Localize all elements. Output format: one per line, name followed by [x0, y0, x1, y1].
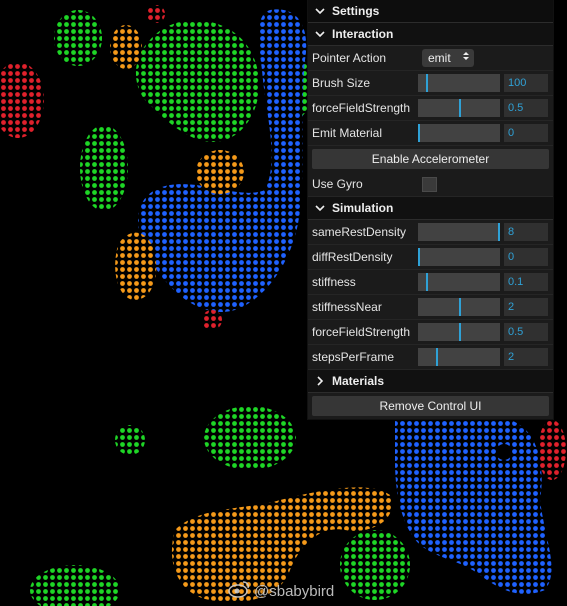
param-label: sameRestDensity: [312, 225, 407, 239]
same-rest-density-input[interactable]: 8: [504, 223, 548, 241]
slider-thumb[interactable]: [459, 99, 461, 117]
slider-thumb[interactable]: [436, 348, 439, 366]
brush-size-input[interactable]: 100: [504, 74, 548, 92]
steps-per-frame-slider[interactable]: [418, 348, 500, 366]
slider-thumb[interactable]: [426, 273, 429, 291]
slider-thumb[interactable]: [418, 248, 420, 266]
param-label: stepsPerFrame: [312, 350, 395, 364]
use-gyro-label: Use Gyro: [312, 177, 363, 191]
pointer-action-label: Pointer Action: [312, 51, 387, 65]
materials-title: Materials: [332, 374, 385, 388]
watermark-text: @sbabybird: [254, 582, 335, 600]
chevron-down-icon: [314, 6, 326, 16]
materials-folder-header[interactable]: Materials: [308, 370, 553, 393]
updown-arrows-icon: [462, 49, 470, 67]
use-gyro-checkbox[interactable]: [422, 176, 437, 192]
simulation-params: sameRestDensity 8 diffRestDensity 0 stif…: [308, 220, 553, 370]
pointer-action-select[interactable]: emit: [422, 49, 474, 67]
stiffness-row: stiffness 0.1: [308, 270, 553, 295]
diff-rest-density-row: diffRestDensity 0: [308, 245, 553, 270]
simulation-folder-header[interactable]: Simulation: [308, 197, 553, 220]
stiffness-input[interactable]: 0.1: [504, 273, 548, 291]
interaction-title: Interaction: [332, 27, 394, 41]
chevron-down-icon: [314, 29, 326, 39]
simulation-title: Simulation: [332, 201, 394, 215]
brush-size-slider[interactable]: [418, 74, 500, 92]
param-label: forceFieldStrength: [312, 325, 411, 339]
slider-thumb[interactable]: [418, 124, 420, 142]
sim-force-field-strength-slider[interactable]: [418, 323, 500, 341]
emit-material-slider[interactable]: [418, 124, 500, 142]
emit-material-input[interactable]: 0: [504, 124, 548, 142]
settings-title: Settings: [332, 4, 380, 18]
param-label: stiffnessNear: [312, 300, 382, 314]
control-panel: Settings Interaction Pointer Action emit…: [308, 0, 553, 419]
stiffness-slider[interactable]: [418, 273, 500, 291]
enable-accelerometer-button[interactable]: Enable Accelerometer: [312, 149, 549, 169]
steps-per-frame-input[interactable]: 2: [504, 348, 548, 366]
stiffness-near-input[interactable]: 2: [504, 298, 548, 316]
emit-material-label: Emit Material: [312, 126, 383, 140]
same-rest-density-row: sameRestDensity 8: [308, 220, 553, 245]
diff-rest-density-slider[interactable]: [418, 248, 500, 266]
pointer-action-value: emit: [428, 51, 451, 65]
diff-rest-density-input[interactable]: 0: [504, 248, 548, 266]
chevron-down-icon: [314, 203, 326, 213]
force-field-strength-input[interactable]: 0.5: [504, 99, 548, 117]
slider-thumb[interactable]: [497, 223, 500, 241]
param-label: stiffness: [312, 275, 356, 289]
remove-control-ui-button[interactable]: Remove Control UI: [312, 396, 549, 416]
steps-per-frame-row: stepsPerFrame 2: [308, 345, 553, 370]
slider-thumb[interactable]: [459, 298, 461, 316]
same-rest-density-slider[interactable]: [418, 223, 500, 241]
watermark: @sbabybird: [228, 580, 334, 602]
force-field-strength-label: forceFieldStrength: [312, 101, 411, 115]
stiffness-near-slider[interactable]: [418, 298, 500, 316]
stiffness-near-row: stiffnessNear 2: [308, 295, 553, 320]
settings-folder-header[interactable]: Settings: [308, 0, 553, 23]
param-label: diffRestDensity: [312, 250, 393, 264]
force-field-strength-row: forceFieldStrength 0.5: [308, 96, 553, 121]
force-field-strength-slider[interactable]: [418, 99, 500, 117]
use-gyro-row: Use Gyro: [308, 172, 553, 197]
chevron-right-icon: [314, 376, 326, 386]
brush-size-label: Brush Size: [312, 76, 371, 90]
pointer-action-row: Pointer Action emit: [308, 46, 553, 71]
slider-thumb[interactable]: [426, 74, 429, 92]
interaction-folder-header[interactable]: Interaction: [308, 23, 553, 46]
slider-thumb[interactable]: [459, 323, 461, 341]
weibo-icon: [228, 580, 250, 602]
sim-force-field-strength-input[interactable]: 0.5: [504, 323, 548, 341]
brush-size-row: Brush Size 100: [308, 71, 553, 96]
sim-force-field-strength-row: forceFieldStrength 0.5: [308, 320, 553, 345]
emit-material-row: Emit Material 0: [308, 121, 553, 146]
